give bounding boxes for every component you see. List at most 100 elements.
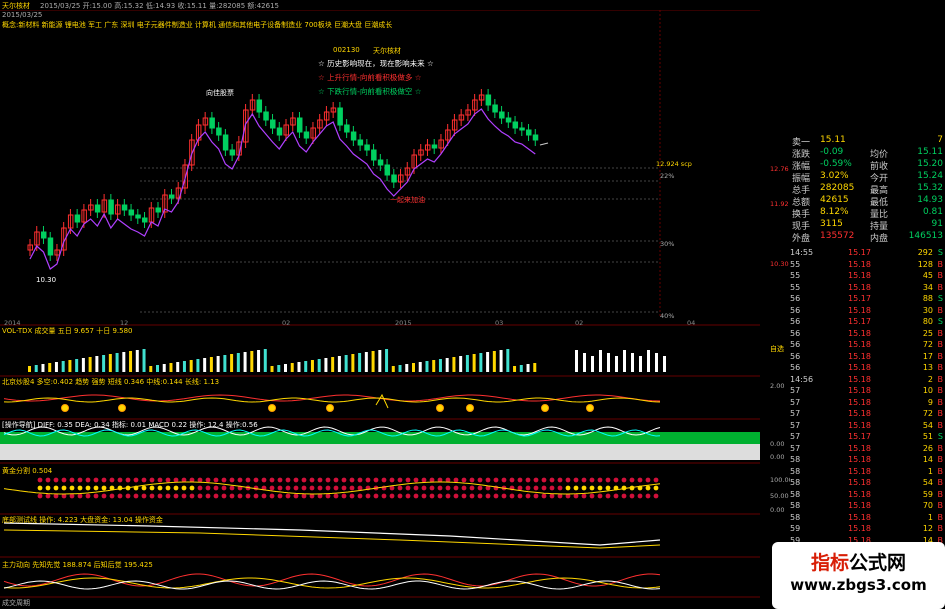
matrix-dot <box>525 485 531 491</box>
quote-row: 卖一 15.11 7 <box>790 135 945 148</box>
matrix-dot <box>325 493 331 499</box>
tick-row: 56 15.17 88 S <box>790 294 945 305</box>
peak-label: 向佳股票 <box>206 89 234 97</box>
tick-row: 56 15.18 25 B <box>790 329 945 340</box>
matrix-dot <box>469 485 475 491</box>
matrix-dot <box>573 485 579 491</box>
tick-side: B <box>937 409 944 418</box>
indicator4-line <box>3 529 661 549</box>
quote-value: 15.11 <box>820 135 846 145</box>
volume-bar <box>472 354 476 372</box>
candle-body <box>337 107 343 126</box>
volume-bar <box>639 356 642 372</box>
matrix-dot <box>245 477 251 483</box>
watermark-url: www.zbgs3.com <box>790 576 927 594</box>
candle-body <box>350 131 357 141</box>
candle-body <box>505 117 512 123</box>
indicator5-title: 主力动向 先知先觉 188.874 后知后觉 195.425 <box>2 561 153 569</box>
candle-body <box>364 144 370 151</box>
matrix-dot <box>437 493 443 499</box>
tick-time: 56 <box>790 340 801 349</box>
tick-volume: 54 <box>922 420 933 430</box>
axis-price-2: 11.92 <box>770 200 789 208</box>
matrix-dot <box>165 485 171 491</box>
tick-price: 15.18 <box>848 363 871 372</box>
quote-value: 282085 <box>820 183 855 193</box>
matrix-dot <box>581 493 587 499</box>
volume-bar <box>182 361 186 372</box>
matrix-dot <box>221 477 227 483</box>
candle-body <box>263 111 269 121</box>
quote-row: 换手 8.12% 量比 0.81 <box>790 207 945 220</box>
matrix-dot <box>389 493 395 499</box>
matrix-dot <box>101 477 107 483</box>
volume-bar <box>583 353 586 372</box>
quote-value: -0.59% <box>820 159 852 169</box>
volume-bar <box>54 362 58 372</box>
matrix-dot <box>349 493 355 499</box>
tick-time: 56 <box>790 351 801 361</box>
candle-body <box>485 94 492 106</box>
matrix-dot <box>213 477 219 483</box>
matrix-dot <box>157 477 163 483</box>
volume-bar <box>631 353 634 372</box>
candle-body <box>256 99 263 113</box>
quote-row: 涨幅 -0.59% 前收 15.20 <box>790 159 945 172</box>
matrix-dot <box>437 485 443 491</box>
volume-bar <box>108 354 112 372</box>
matrix-dot <box>309 477 315 483</box>
tick-side: B <box>937 420 944 430</box>
matrix-dot <box>381 493 387 499</box>
matrix-dot <box>301 485 307 491</box>
matrix-dot <box>605 493 611 499</box>
volume-bar <box>284 364 287 372</box>
tick-side: B <box>937 443 944 453</box>
matrix-dot <box>389 477 395 483</box>
candle-body <box>371 149 377 161</box>
candle-body <box>155 207 161 213</box>
matrix-dot <box>453 477 459 483</box>
bottom-left-label: 成交周期 <box>2 599 30 607</box>
matrix-dot <box>117 485 123 491</box>
tick-time: 58 <box>790 466 801 476</box>
candle-body <box>303 131 310 139</box>
tick-price: 15.18 <box>848 305 871 315</box>
matrix-dot <box>333 477 339 483</box>
matrix-dot <box>189 485 195 491</box>
matrix-dot <box>237 477 243 483</box>
matrix-dot <box>525 493 531 499</box>
quote-value: 42615 <box>820 195 849 205</box>
motto-line: ☆ 历史影响现在，现在影响未来 ☆ <box>318 59 434 68</box>
matrix-dot <box>205 485 211 491</box>
date-tick: 03 <box>495 319 504 327</box>
tick-time: 57 <box>790 432 801 441</box>
candle-body <box>209 117 215 129</box>
matrix-dot <box>301 477 307 483</box>
matrix-dot <box>397 477 403 483</box>
volume-bar <box>48 363 52 372</box>
matrix-dot <box>149 485 155 491</box>
matrix-dot <box>365 493 371 499</box>
tick-side: B <box>937 478 944 487</box>
matrix-dot <box>501 477 507 483</box>
signal-circle <box>61 404 69 412</box>
quote-value: 135572 <box>820 231 855 241</box>
matrix-dot <box>589 477 595 483</box>
matrix-dot <box>597 477 603 483</box>
matrix-dot <box>421 477 427 483</box>
tick-volume: 25 <box>922 328 933 338</box>
tick-side: S <box>937 317 943 326</box>
watermark-logo: 指标公式网 www.zbgs3.com <box>772 542 945 609</box>
matrix-dot <box>141 477 147 483</box>
matrix-dot <box>413 485 419 491</box>
date-tick: 2015 <box>395 319 412 327</box>
volume-bar <box>223 355 227 372</box>
watermark-title-b: 公式网 <box>849 552 907 574</box>
matrix-dot <box>573 477 579 483</box>
matrix-dot <box>541 493 547 499</box>
concept-line: 概念:新材料 新能源 锂电池 军工 广东 深圳 电子元器件制造业 计算机 通信和… <box>2 21 393 29</box>
matrix-dot <box>197 493 203 499</box>
tick-volume: 54 <box>922 478 933 487</box>
volume-bar <box>506 349 510 372</box>
matrix-dot <box>213 493 219 499</box>
